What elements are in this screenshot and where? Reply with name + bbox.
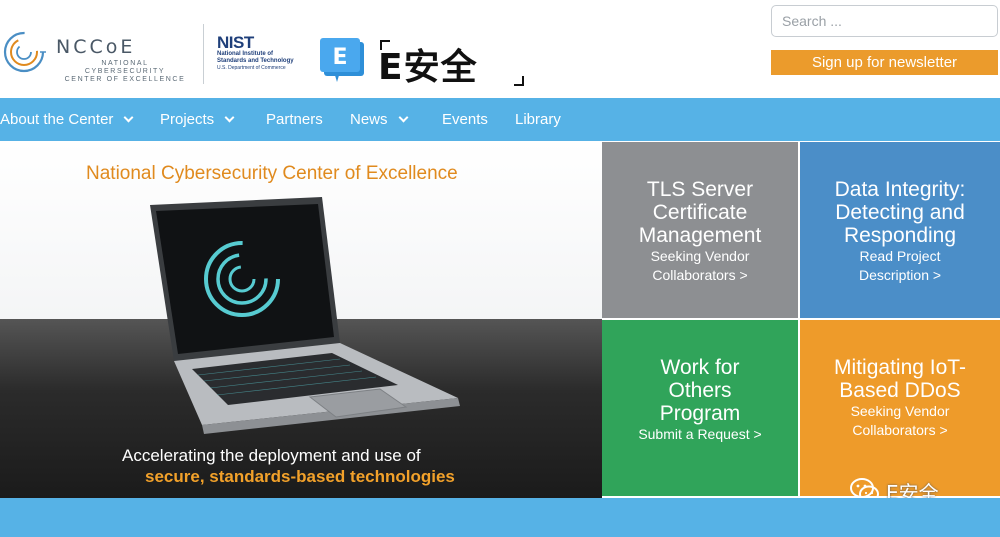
tile-subtitle-line: Seeking Vendor — [650, 248, 750, 264]
search-input[interactable] — [771, 5, 998, 37]
tile-title-line: Management — [638, 224, 762, 247]
nav-item-about[interactable]: About the Center — [0, 98, 134, 141]
tile-title-line: Others — [668, 379, 732, 402]
nav-item-projects[interactable]: Projects — [160, 98, 235, 141]
nccoe-logo[interactable]: NCCoE NATIONAL CYBERSECURITY CENTER OF E… — [2, 24, 192, 84]
main-nav: About the Center Projects Partners News … — [0, 98, 1000, 141]
tile-tls-server-certificate[interactable]: TLS Server Certificate Management Seekin… — [602, 142, 798, 318]
tile-work-for-others[interactable]: Work for Others Program Submit a Request… — [602, 320, 798, 496]
nav-item-label: News — [350, 111, 388, 128]
nav-item-news[interactable]: News — [350, 98, 408, 141]
hero-tagline-line1: Accelerating the deployment and use of — [122, 446, 421, 465]
tile-link[interactable]: Collaborators > — [800, 421, 1000, 440]
tile-title-line: TLS Server — [646, 178, 754, 201]
nav-item-library[interactable]: Library — [515, 98, 561, 141]
esecurity-badge-letter: E — [332, 45, 347, 70]
tile-title-line: Work for — [660, 356, 740, 379]
esecurity-title: E安全 — [378, 47, 478, 88]
hero-title: National Cybersecurity Center of Excelle… — [86, 163, 458, 184]
tile-subtitle-line: Read Project — [859, 248, 941, 264]
nist-wordmark: NIST — [217, 33, 254, 52]
nccoe-wordmark: NCCoE — [56, 36, 136, 58]
nav-item-label: About the Center — [0, 111, 114, 128]
chevron-down-icon — [398, 112, 408, 123]
nist-line2: Standards and Technology — [217, 58, 294, 64]
tile-data-integrity[interactable]: Data Integrity: Detecting and Responding… — [800, 142, 1000, 318]
bracket-bottom-right — [514, 76, 524, 86]
tile-link[interactable]: Description > — [800, 266, 1000, 285]
footer-band — [0, 498, 1000, 537]
nav-item-partners[interactable]: Partners — [266, 98, 323, 141]
tile-title-line: Detecting and — [835, 201, 965, 224]
chevron-down-icon — [224, 112, 235, 123]
nccoe-subtitle-line2: CENTER OF EXCELLENCE — [64, 76, 186, 83]
tile-title-line: Program — [659, 402, 741, 425]
nav-item-label: Partners — [266, 111, 323, 128]
tile-subtitle-line: Seeking Vendor — [850, 403, 950, 419]
esecurity-badge-icon: E — [320, 38, 364, 82]
logo-divider — [203, 24, 204, 84]
nav-item-label: Library — [515, 111, 561, 128]
tile-link[interactable]: Submit a Request > — [602, 425, 798, 444]
hero-banner[interactable]: National Cybersecurity Center of Excelle… — [0, 141, 602, 498]
nccoe-circle-icon — [3, 31, 46, 73]
tile-link[interactable]: Collaborators > — [602, 266, 798, 285]
nccoe-subtitle: NATIONAL CYBERSECURITY CENTER OF EXCELLE… — [62, 60, 188, 84]
tile-title-line: Responding — [843, 224, 957, 247]
site-header: NCCoE NATIONAL CYBERSECURITY CENTER OF E… — [0, 0, 1000, 98]
tile-title-line: Mitigating IoT- — [834, 356, 966, 379]
chevron-down-icon — [123, 112, 134, 123]
hero-tagline-line2: secure, standards-based technologies — [145, 467, 455, 486]
tile-title-line: Based DDoS — [839, 379, 961, 402]
laptop-illustration — [150, 197, 460, 434]
nist-line1: National Institute of — [217, 51, 273, 57]
tile-iot-ddos[interactable]: Mitigating IoT- Based DDoS Seeking Vendo… — [800, 320, 1000, 496]
nav-item-label: Events — [442, 111, 488, 128]
tile-title-line: Certificate — [652, 201, 748, 224]
nist-logo[interactable]: NIST National Institute of Standards and… — [217, 34, 317, 80]
nist-line3: U.S. Department of Commerce — [217, 65, 286, 71]
nccoe-subtitle-line1: NATIONAL CYBERSECURITY — [84, 60, 166, 75]
nav-item-label: Projects — [160, 111, 215, 128]
tile-title-line: Data Integrity: — [834, 178, 966, 201]
newsletter-signup-button[interactable]: Sign up for newsletter — [771, 50, 998, 75]
nav-item-events[interactable]: Events — [442, 98, 488, 141]
